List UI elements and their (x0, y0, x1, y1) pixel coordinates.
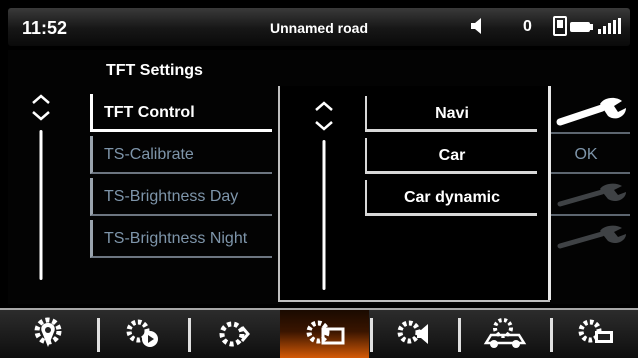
tab-media-settings[interactable] (100, 310, 185, 358)
gear-speaker-icon (397, 320, 428, 344)
speaker-icon[interactable] (470, 17, 484, 40)
gear-screen-icon (306, 320, 344, 345)
menu-item-ts-brightness-day[interactable]: TS-Brightness Day (90, 178, 272, 216)
submenu-scroll-icon[interactable] (313, 98, 335, 134)
settings-scrollbar[interactable] (30, 92, 52, 282)
menu-item-ts-calibrate[interactable]: TS-Calibrate (90, 136, 272, 174)
menu-item-tft-control[interactable]: TFT Control (90, 94, 272, 132)
option-car[interactable]: Car (365, 138, 537, 174)
bottom-tab-bar (0, 308, 638, 358)
ok-value[interactable]: OK (566, 146, 606, 164)
map-pin-gear-icon (34, 317, 61, 347)
tab-navigation-settings[interactable] (0, 310, 95, 358)
divider (551, 172, 630, 174)
tab-window-settings[interactable] (553, 310, 638, 358)
menu-item-ts-brightness-night[interactable]: TS-Brightness Night (90, 220, 272, 258)
divider (551, 132, 630, 134)
wrench-icon[interactable] (554, 96, 630, 133)
tab-system-settings[interactable] (191, 310, 277, 358)
gear-window-icon (578, 319, 613, 343)
status-bar: 11:52 Unnamed road 0 (8, 8, 630, 46)
wrench-icon-dim (554, 224, 630, 257)
scroll-up-icon[interactable] (30, 92, 52, 124)
battery-icon (570, 20, 594, 38)
gear-arrows-icon (219, 321, 250, 347)
option-navi[interactable]: Navi (365, 96, 537, 132)
wrench-icon-dim (554, 182, 630, 215)
car-gear-icon (483, 318, 527, 348)
tab-vehicle-settings[interactable] (461, 310, 549, 358)
submenu-scrollbar[interactable] (313, 98, 335, 294)
gear-play-icon (126, 319, 158, 347)
tab-display-settings[interactable] (280, 310, 369, 358)
divider (551, 214, 630, 216)
road-name: Unnamed road (269, 20, 368, 36)
signal-icon (598, 18, 622, 39)
option-car-dynamic[interactable]: Car dynamic (365, 180, 537, 216)
message-count: 0 (523, 18, 532, 35)
tab-audio-settings[interactable] (373, 310, 457, 358)
phone-icon (553, 16, 567, 41)
page-title: TFT Settings (106, 62, 203, 79)
